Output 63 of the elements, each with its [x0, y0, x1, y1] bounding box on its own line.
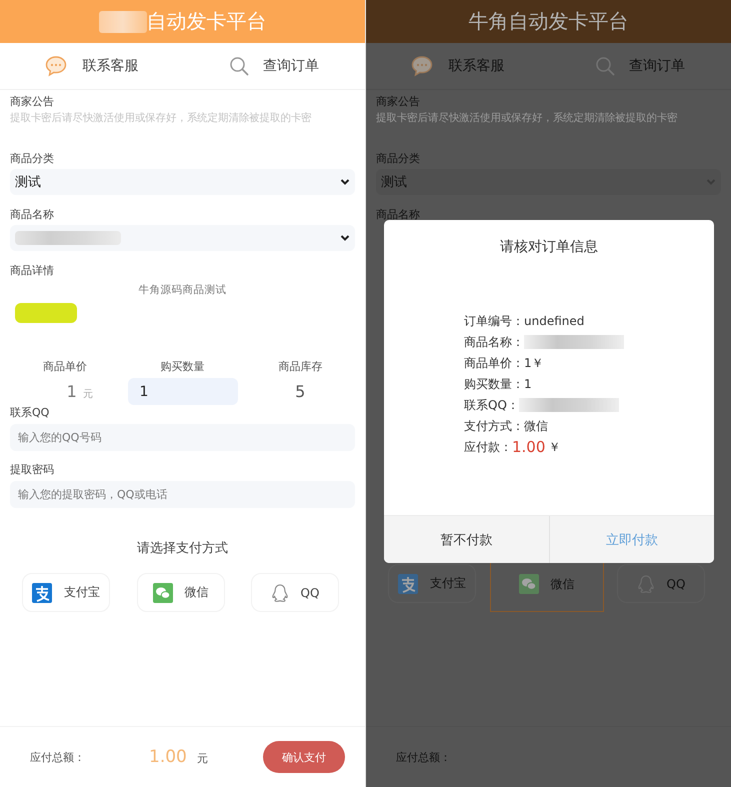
payment-option[interactable]: 微信	[136, 573, 224, 612]
qq-input[interactable]: 输入您的QQ号码	[10, 424, 355, 451]
info-label: 支付方式：	[464, 418, 524, 435]
order-query-link[interactable]: 查询订单	[182, 43, 365, 89]
chat-bubble-icon	[410, 55, 434, 77]
amount-value: 1.00	[512, 438, 546, 456]
notice-text: 提取卡密后请尽快激活使用或保存好，系统定期清除被提取的卡密	[376, 111, 679, 126]
info-value: undefined	[524, 313, 584, 330]
stat-label: 商品库存	[277, 359, 324, 374]
field-label: 联系QQ	[10, 405, 50, 421]
field-label: 商家公告	[376, 94, 421, 110]
penguin-icon	[270, 582, 289, 602]
product-select[interactable]	[10, 225, 355, 251]
info-value: 1￥	[524, 355, 544, 372]
notice-text: 提取卡密后请尽快激活使用或保存好，系统定期清除被提取的卡密	[10, 111, 313, 126]
info-label: 购买数量：	[464, 376, 524, 393]
field-label: 商品名称	[376, 207, 421, 223]
chevron-down-icon	[340, 234, 350, 242]
cancel-button[interactable]: 暂不付款	[384, 516, 550, 563]
info-label: 商品名称：	[464, 334, 524, 351]
info-label: 商品单价：	[464, 355, 524, 372]
wechat-logo-icon	[152, 582, 172, 602]
confirm-pay-button[interactable]: 确认支付	[263, 741, 345, 773]
info-label: 应付款：	[464, 439, 512, 456]
total-label: 应付总额：	[30, 750, 85, 764]
search-icon	[594, 56, 615, 76]
currency-unit: 元	[82, 389, 93, 400]
quantity-input[interactable]: 1	[128, 378, 238, 405]
detail-text: 牛角源码商品测试	[138, 283, 228, 297]
currency-unit: 元	[196, 752, 208, 765]
wechat-logo-icon	[518, 574, 538, 594]
stat-label: 购买数量	[160, 359, 206, 374]
currency-symbol: ￥	[548, 439, 560, 456]
password-input[interactable]: 输入您的提取密码，QQ或电话	[10, 481, 355, 508]
search-icon	[228, 56, 249, 76]
logo-image-placeholder	[15, 303, 77, 323]
category-select[interactable]: 测试	[10, 169, 355, 195]
unit-price: 1	[66, 382, 77, 401]
stock-count: 5	[295, 382, 306, 401]
field-label: 商品分类	[10, 151, 55, 167]
customer-service-link[interactable]: 联系客服	[0, 43, 182, 89]
chat-bubble-icon	[44, 55, 68, 77]
alipay-logo-icon	[32, 582, 52, 602]
info-label: 联系QQ：	[464, 397, 519, 414]
payment-option[interactable]: QQ	[251, 573, 339, 612]
info-value: 1	[524, 376, 532, 393]
field-label: 商品详情	[10, 263, 55, 279]
dialog-title: 请核对订单信息	[499, 238, 599, 256]
stat-label: 商品单价	[42, 359, 88, 374]
field-label: 提取密码	[10, 462, 55, 478]
info-value: 微信	[524, 418, 548, 435]
page-title: 自动发卡平台	[146, 8, 266, 35]
field-label: 商品名称	[10, 207, 55, 223]
payment-option[interactable]: 支付宝	[22, 573, 110, 612]
total-label: 应付总额：	[396, 750, 451, 764]
page-title: 牛角自动发卡平台	[468, 8, 628, 35]
field-label: 商品分类	[376, 151, 421, 167]
total-amount: 1.00	[149, 747, 187, 767]
field-label: 商家公告	[10, 94, 55, 110]
info-label: 订单编号：	[464, 313, 524, 330]
chevron-down-icon	[340, 178, 350, 186]
payment-prompt: 请选择支付方式	[136, 540, 229, 557]
alipay-logo-icon	[398, 574, 418, 594]
